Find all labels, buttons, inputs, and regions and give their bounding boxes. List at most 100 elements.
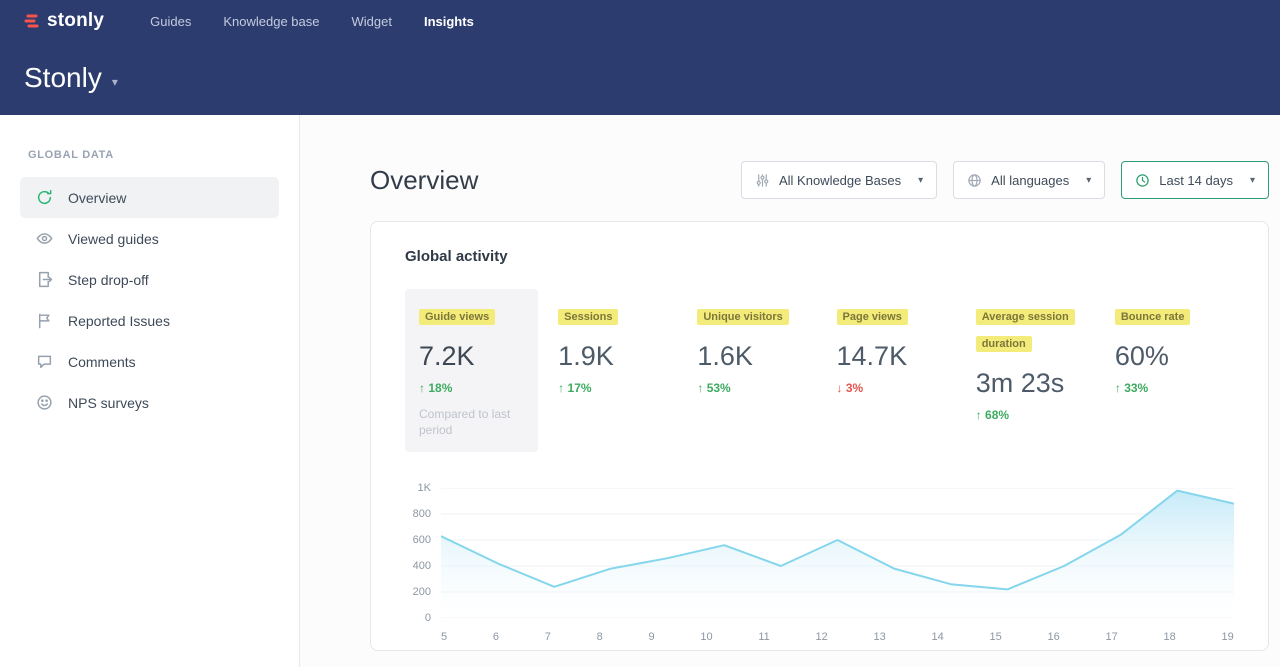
- document-exit-icon: [36, 271, 53, 288]
- metric-value: 1.6K: [697, 341, 802, 372]
- comment-bubble-icon: [36, 353, 53, 370]
- y-tick-label: 800: [413, 508, 431, 520]
- metric-change: ↑ 53%: [697, 381, 802, 395]
- change-arrow: ↑: [697, 381, 703, 395]
- metric-label: Sessions: [558, 309, 618, 325]
- change-arrow: ↑: [419, 381, 425, 395]
- y-tick-label: 0: [425, 612, 431, 624]
- smiley-icon: [36, 394, 53, 411]
- sidebar-item-label: NPS surveys: [68, 395, 149, 411]
- date-range-filter[interactable]: Last 14 days ▾: [1121, 161, 1269, 199]
- clock-icon: [1135, 173, 1150, 188]
- metric-value: 60%: [1115, 341, 1220, 372]
- metric-change: ↑ 33%: [1115, 381, 1220, 395]
- x-tick-label: 5: [441, 631, 447, 643]
- x-tick-label: 11: [758, 631, 769, 643]
- sliders-icon: [755, 173, 770, 188]
- metric-label: Bounce rate: [1115, 309, 1191, 325]
- x-tick-label: 15: [990, 631, 1002, 643]
- sidebar-item-nps-surveys[interactable]: NPS surveys: [20, 382, 279, 423]
- change-percent: 18%: [428, 381, 452, 395]
- filter-label: All Knowledge Bases: [779, 173, 901, 188]
- sidebar: GLOBAL DATA Overview Viewed guides: [0, 115, 300, 667]
- metric-label: Average session duration: [976, 309, 1075, 352]
- overview-refresh-icon: [36, 189, 53, 206]
- nav-item-widget[interactable]: Widget: [352, 14, 392, 29]
- activity-chart: [441, 488, 1234, 618]
- flag-icon: [36, 312, 53, 329]
- chart-area-fill: [441, 490, 1234, 617]
- eye-icon: [36, 230, 53, 247]
- filters-row: All Knowledge Bases ▾ All languages ▾: [741, 161, 1269, 199]
- logo-wordmark: stonly: [47, 10, 104, 32]
- metric-value: 14.7K: [837, 341, 942, 372]
- sidebar-section-label: GLOBAL DATA: [0, 149, 299, 161]
- top-navbar: stonly Guides Knowledge base Widget Insi…: [0, 0, 1280, 115]
- metric-change: ↓ 3%: [837, 381, 942, 395]
- primary-nav: stonly Guides Knowledge base Widget Insi…: [24, 0, 1256, 42]
- chevron-down-icon: ▾: [1086, 175, 1091, 186]
- x-tick-label: 6: [493, 631, 499, 643]
- metric-change: ↑ 68%: [976, 408, 1081, 422]
- x-tick-label: 13: [874, 631, 886, 643]
- x-tick-label: 9: [649, 631, 655, 643]
- sidebar-item-label: Reported Issues: [68, 313, 170, 329]
- metric-change: ↑ 18%: [419, 381, 524, 395]
- sidebar-item-reported-issues[interactable]: Reported Issues: [20, 300, 279, 341]
- metric-change: ↑ 17%: [558, 381, 663, 395]
- stonly-logo[interactable]: stonly: [24, 10, 104, 32]
- change-percent: 68%: [985, 408, 1009, 422]
- x-tick-label: 16: [1048, 631, 1060, 643]
- change-percent: 33%: [1124, 381, 1148, 395]
- metric-label: Unique visitors: [697, 309, 788, 325]
- sidebar-item-label: Step drop-off: [68, 272, 149, 288]
- metric-unique-visitors[interactable]: Unique visitors 1.6K ↑ 53%: [683, 289, 816, 408]
- change-percent: 3%: [846, 381, 863, 395]
- x-tick-label: 17: [1106, 631, 1118, 643]
- metric-page-views[interactable]: Page views 14.7K ↓ 3%: [823, 289, 956, 408]
- metrics-row: Guide views 7.2K ↑ 18% Compared to last …: [405, 289, 1234, 452]
- languages-filter[interactable]: All languages ▾: [953, 161, 1105, 199]
- chevron-down-icon: ▾: [112, 75, 118, 89]
- y-tick-label: 1K: [418, 482, 431, 494]
- main-content: Overview All Knowledge Bases ▾: [300, 115, 1280, 667]
- stonly-logo-icon: [24, 13, 40, 29]
- chevron-down-icon: ▾: [918, 175, 923, 186]
- sidebar-item-label: Viewed guides: [68, 231, 159, 247]
- change-arrow: ↑: [558, 381, 564, 395]
- nav-item-insights[interactable]: Insights: [424, 14, 474, 29]
- activity-chart-section: 02004006008001K 567891011121314151617181…: [405, 488, 1234, 643]
- sidebar-item-comments[interactable]: Comments: [20, 341, 279, 382]
- change-percent: 17%: [568, 381, 592, 395]
- metric-sessions[interactable]: Sessions 1.9K ↑ 17%: [544, 289, 677, 408]
- y-tick-label: 200: [413, 586, 431, 598]
- y-tick-label: 400: [413, 560, 431, 572]
- sidebar-item-overview[interactable]: Overview: [20, 177, 279, 218]
- nav-item-guides[interactable]: Guides: [150, 14, 191, 29]
- change-percent: 53%: [707, 381, 731, 395]
- metric-bounce-rate[interactable]: Bounce rate 60% ↑ 33%: [1101, 289, 1234, 408]
- sidebar-item-viewed-guides[interactable]: Viewed guides: [20, 218, 279, 259]
- card-title: Global activity: [405, 248, 1234, 265]
- global-activity-card: Global activity Guide views 7.2K ↑ 18% C…: [370, 221, 1269, 651]
- metric-average-session-duration[interactable]: Average session duration 3m 23s ↑ 68%: [962, 289, 1095, 435]
- globe-icon: [967, 173, 982, 188]
- metric-guide-views[interactable]: Guide views 7.2K ↑ 18% Compared to last …: [405, 289, 538, 452]
- knowledge-bases-filter[interactable]: All Knowledge Bases ▾: [741, 161, 937, 199]
- x-tick-label: 14: [932, 631, 944, 643]
- change-arrow: ↑: [976, 408, 982, 422]
- y-tick-label: 600: [413, 534, 431, 546]
- sidebar-item-step-drop-off[interactable]: Step drop-off: [20, 259, 279, 300]
- chart-x-axis: 5678910111213141516171819: [441, 631, 1234, 643]
- x-tick-label: 10: [700, 631, 712, 643]
- metric-value: 7.2K: [419, 341, 524, 372]
- change-arrow: ↓: [837, 381, 843, 395]
- sidebar-item-label: Comments: [68, 354, 136, 370]
- page-title: Overview: [370, 165, 478, 196]
- nav-item-knowledge-base[interactable]: Knowledge base: [223, 14, 319, 29]
- metric-label: Page views: [837, 309, 908, 325]
- x-tick-label: 19: [1222, 631, 1234, 643]
- workspace-switcher[interactable]: Stonly ▾: [24, 62, 118, 94]
- metric-label: Guide views: [419, 309, 495, 325]
- change-arrow: ↑: [1115, 381, 1121, 395]
